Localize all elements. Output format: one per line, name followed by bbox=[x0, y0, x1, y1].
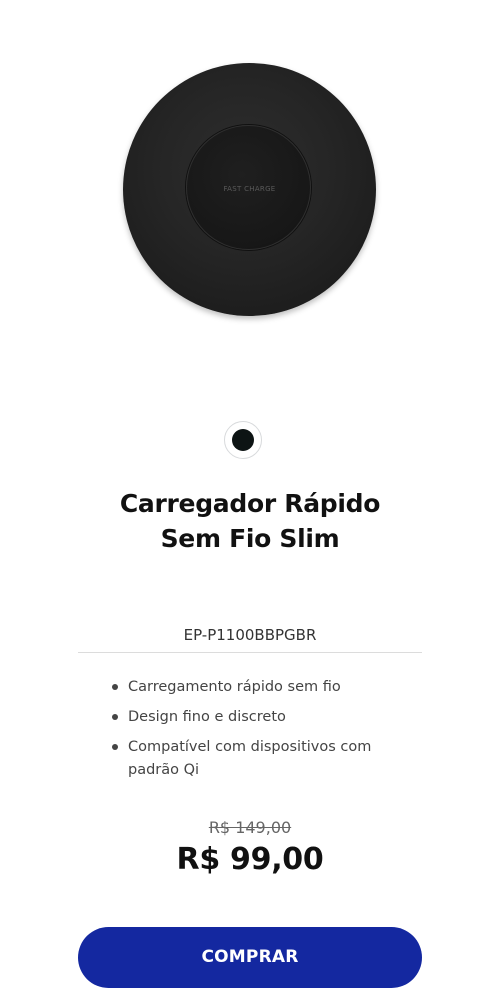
feature-text: Carregamento rápido sem fio bbox=[128, 679, 341, 695]
sale-price: R$ 99,00 bbox=[176, 842, 324, 877]
product-image-label: FAST CHARGE bbox=[223, 185, 276, 193]
color-swatch-black[interactable] bbox=[224, 421, 262, 459]
product-title-line-1: Carregador Rápido bbox=[119, 489, 381, 518]
bullet-icon bbox=[112, 684, 118, 690]
buy-button[interactable]: COMPRAR bbox=[78, 927, 422, 988]
bullet-icon bbox=[112, 714, 118, 720]
product-card: FAST CHARGE Carregador Rápido Sem Fio Sl… bbox=[0, 0, 500, 998]
feature-text: Compatível com dispositivos com padrão Q… bbox=[128, 739, 372, 778]
swatch-color-dot bbox=[232, 429, 254, 451]
feature-item: Compatível com dispositivos com padrão Q… bbox=[110, 736, 410, 782]
product-title: Carregador Rápido Sem Fio Slim bbox=[0, 486, 500, 556]
feature-item: Carregamento rápido sem fio bbox=[110, 676, 410, 699]
model-code: EP-P1100BBPGBR bbox=[183, 626, 317, 644]
product-image-wireless-charger: FAST CHARGE bbox=[123, 63, 376, 316]
original-price: R$ 149,00 bbox=[208, 818, 292, 837]
bullet-icon bbox=[112, 744, 118, 750]
feature-list: Carregamento rápido sem fio Design fino … bbox=[110, 676, 410, 789]
feature-item: Design fino e discreto bbox=[110, 706, 410, 729]
divider bbox=[78, 652, 422, 653]
feature-text: Design fino e discreto bbox=[128, 709, 286, 725]
product-title-line-2: Sem Fio Slim bbox=[160, 524, 340, 553]
